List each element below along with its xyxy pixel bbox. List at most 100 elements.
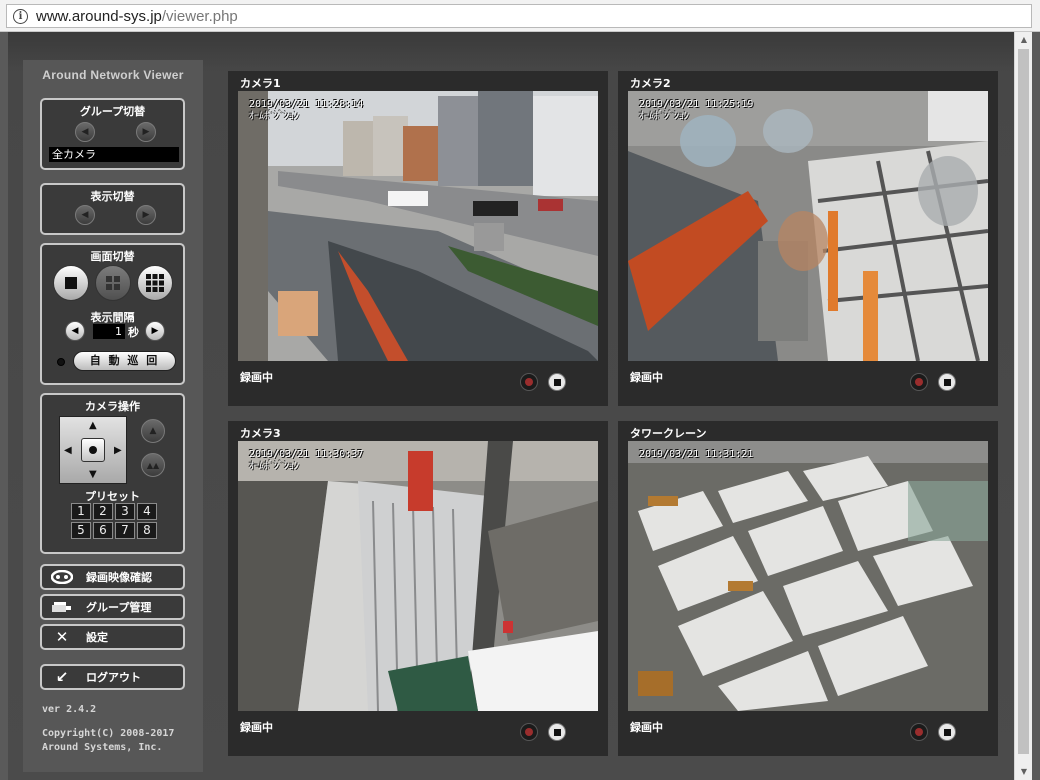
camera-tile-2: カメラ2 2019/03/21 11:25:19 ｵｰﾑﾎﾟｼﾞｼｮﾝ 録画中 xyxy=(618,71,998,406)
group-switch-panel: グループ切替 ◀ ▶ 全カメラ xyxy=(40,98,185,170)
camera-group-icon xyxy=(50,596,74,618)
url-field[interactable]: i www.around-sys.jp/viewer.php xyxy=(6,4,1032,28)
arrow-left-icon: ◀ xyxy=(81,127,89,137)
camera-control-title: カメラ操作 xyxy=(85,400,140,413)
settings-label: 設定 xyxy=(86,631,108,644)
auto-cycle-indicator xyxy=(57,358,65,366)
interval-increase-button[interactable]: ▶ xyxy=(145,321,165,341)
record-button[interactable] xyxy=(910,373,928,391)
pan-right-icon[interactable]: ▶ xyxy=(114,445,122,456)
record-button[interactable] xyxy=(520,373,538,391)
app-title: Around Network Viewer xyxy=(42,68,184,82)
preset-button-2[interactable]: 2 xyxy=(93,503,113,520)
zoom-in-fast-button[interactable]: ▲▲ xyxy=(141,453,165,477)
recording-status: 録画中 xyxy=(240,371,273,384)
record-button[interactable] xyxy=(520,723,538,741)
camera-title: カメラ1 xyxy=(240,77,281,90)
info-icon[interactable]: i xyxy=(13,8,28,24)
quad-view-button[interactable] xyxy=(95,265,131,301)
camera-position-label: ｵｰﾑﾎﾟｼﾞｼｮﾝ xyxy=(249,111,299,122)
scroll-thumb[interactable] xyxy=(1018,49,1029,754)
single-view-button[interactable] xyxy=(53,265,89,301)
camera-title: タワークレーン xyxy=(630,427,707,440)
preset-label: プリセット xyxy=(85,490,140,503)
interval-value[interactable]: 1 xyxy=(93,324,125,339)
display-next-button[interactable]: ▶ xyxy=(136,205,156,225)
copyright-line1: Copyright(C) 2008-2017 xyxy=(42,728,175,739)
preset-button-7[interactable]: 7 xyxy=(115,522,135,539)
screen-switch-title: 画面切替 xyxy=(90,250,135,263)
recording-status: 録画中 xyxy=(240,721,273,734)
camera-timestamp: 2019/03/21 11:31:21 xyxy=(639,449,754,460)
pan-down-icon[interactable]: ▼ xyxy=(89,469,97,480)
recording-status: 録画中 xyxy=(630,721,663,734)
tools-icon: ✕ xyxy=(55,628,69,646)
display-prev-button[interactable]: ◀ xyxy=(75,205,95,225)
stop-button[interactable] xyxy=(938,723,956,741)
preset-grid: 1 2 3 4 5 6 7 8 xyxy=(71,503,157,539)
group-manage-button[interactable]: グループ管理 xyxy=(40,594,185,620)
auto-cycle-button[interactable]: 自 動 巡 回 xyxy=(73,351,176,371)
preset-button-4[interactable]: 4 xyxy=(137,503,157,520)
camera-overlay-text: 2019/03/21 11:31:21 xyxy=(639,449,753,461)
recording-status: 録画中 xyxy=(630,371,663,384)
recorded-video-button[interactable]: 録画映像確認 xyxy=(40,564,185,590)
double-arrow-up-icon: ▲▲ xyxy=(146,460,160,470)
stop-button[interactable] xyxy=(938,373,956,391)
camera-position-label: ｵｰﾑﾎﾟｼﾞｼｮﾝ xyxy=(249,461,299,472)
camera-overlay-text: 2019/03/21 11:28:14 ｵｰﾑﾎﾟｼﾞｼｮﾝ xyxy=(249,99,363,123)
grid-3x3-icon xyxy=(146,274,164,292)
preset-button-8[interactable]: 8 xyxy=(137,522,157,539)
settings-button[interactable]: ✕ 設定 xyxy=(40,624,185,650)
tower-crane-view-image xyxy=(628,441,988,711)
stop-button[interactable] xyxy=(548,373,566,391)
zoom-in-button[interactable]: ▲ xyxy=(141,419,165,443)
sidebar: Around Network Viewer グループ切替 ◀ ▶ 全カメラ 表示… xyxy=(23,60,203,772)
record-button[interactable] xyxy=(910,723,928,741)
stop-button[interactable] xyxy=(548,723,566,741)
camera-position-label: ｵｰﾑﾎﾟｼﾞｼｮﾝ xyxy=(639,111,689,122)
arrow-left-icon: ◀ xyxy=(81,210,89,220)
url-domain: www.around-sys.jp xyxy=(36,7,162,25)
tape-reel-icon xyxy=(50,566,74,588)
interval-decrease-button[interactable]: ◀ xyxy=(65,321,85,341)
group-prev-button[interactable]: ◀ xyxy=(75,122,95,142)
arrow-right-icon: ▶ xyxy=(142,210,150,220)
construction-site-image xyxy=(628,91,988,361)
camera-feed-1[interactable]: 2019/03/21 11:28:14 ｵｰﾑﾎﾟｼﾞｼｮﾝ xyxy=(238,91,598,361)
group-next-button[interactable]: ▶ xyxy=(136,122,156,142)
screen-switch-panel: 画面切替 表示間隔 ◀ 1 秒 ▶ 自 動 巡 回 xyxy=(40,243,185,385)
camera-timestamp: 2019/03/21 11:30:37 xyxy=(249,449,364,460)
copyright-line2: Around Systems, Inc. xyxy=(42,742,163,753)
preset-button-1[interactable]: 1 xyxy=(71,503,91,520)
preset-button-5[interactable]: 5 xyxy=(71,522,91,539)
camera-tile-4: タワークレーン 2019/03/21 11:31:21 録画中 xyxy=(618,421,998,756)
camera-tile-3: カメラ3 2019/03/21 11:30:37 ｵｰﾑﾎﾟｼﾞｼｮﾝ 録画中 xyxy=(228,421,608,756)
logout-arrow-icon: ↙ xyxy=(55,668,69,686)
ptz-dpad[interactable]: ▲ ◀ ▶ ▼ xyxy=(59,416,127,484)
home-position-button[interactable] xyxy=(81,438,105,462)
camera-feed-2[interactable]: 2019/03/21 11:25:19 ｵｰﾑﾎﾟｼﾞｼｮﾝ xyxy=(628,91,988,361)
vertical-scrollbar[interactable]: ▲ ▼ xyxy=(1014,32,1032,780)
arrow-up-icon: ▲ xyxy=(149,426,157,436)
scroll-up-arrow-icon[interactable]: ▲ xyxy=(1015,32,1033,48)
arrow-left-icon: ◀ xyxy=(71,326,79,336)
camera-tile-1: カメラ1 2019/03/21 11:28:14 ｵｰﾑﾎﾟｼﾞｼｮﾝ 録画中 xyxy=(228,71,608,406)
camera-timestamp: 2019/03/21 11:25:19 xyxy=(639,99,754,110)
preset-button-3[interactable]: 3 xyxy=(115,503,135,520)
preset-button-6[interactable]: 6 xyxy=(93,522,113,539)
arrow-right-icon: ▶ xyxy=(151,326,159,336)
pan-left-icon[interactable]: ◀ xyxy=(64,445,72,456)
logout-button[interactable]: ↙ ログアウト xyxy=(40,664,185,690)
interval-label: 表示間隔 xyxy=(90,311,135,324)
camera-title: カメラ3 xyxy=(240,427,281,440)
scroll-down-arrow-icon[interactable]: ▼ xyxy=(1015,764,1033,780)
camera-overlay-text: 2019/03/21 11:30:37 ｵｰﾑﾎﾟｼﾞｼｮﾝ xyxy=(249,449,363,473)
display-switch-panel: 表示切替 ◀ ▶ xyxy=(40,183,185,235)
pan-up-icon[interactable]: ▲ xyxy=(89,420,97,431)
camera-feed-4[interactable]: 2019/03/21 11:31:21 xyxy=(628,441,988,711)
camera-overlay-text: 2019/03/21 11:25:19 ｵｰﾑﾎﾟｼﾞｼｮﾝ xyxy=(639,99,753,123)
nine-view-button[interactable] xyxy=(137,265,173,301)
display-switch-title: 表示切替 xyxy=(90,190,135,203)
camera-feed-3[interactable]: 2019/03/21 11:30:37 ｵｰﾑﾎﾟｼﾞｼｮﾝ xyxy=(238,441,598,711)
